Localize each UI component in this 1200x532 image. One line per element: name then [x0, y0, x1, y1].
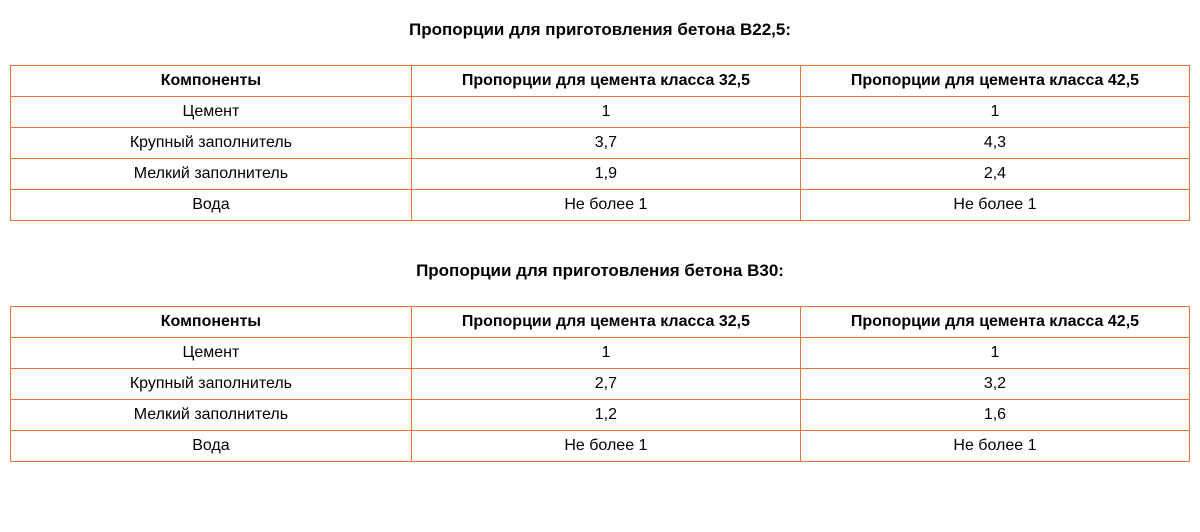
- cell-component: Вода: [11, 431, 412, 462]
- cell-value-425: 3,2: [800, 369, 1189, 400]
- cell-value-425: 1,6: [800, 400, 1189, 431]
- table-row: Цемент 1 1: [11, 338, 1190, 369]
- cell-value-325: Не более 1: [411, 431, 800, 462]
- cell-value-325: 1,9: [411, 159, 800, 190]
- cell-component: Крупный заполнитель: [11, 128, 412, 159]
- header-cement-425: Пропорции для цемента класса 42,5: [800, 66, 1189, 97]
- cell-value-425: Не более 1: [800, 190, 1189, 221]
- table-row: Вода Не более 1 Не более 1: [11, 190, 1190, 221]
- header-components: Компоненты: [11, 66, 412, 97]
- table-header-row: Компоненты Пропорции для цемента класса …: [11, 307, 1190, 338]
- table-row: Цемент 1 1: [11, 97, 1190, 128]
- proportions-table-b225: Компоненты Пропорции для цемента класса …: [10, 65, 1190, 221]
- table-title: Пропорции для приготовления бетона В30:: [10, 261, 1190, 281]
- header-components: Компоненты: [11, 307, 412, 338]
- cell-value-425: Не более 1: [800, 431, 1189, 462]
- table-header-row: Компоненты Пропорции для цемента класса …: [11, 66, 1190, 97]
- table-row: Крупный заполнитель 2,7 3,2: [11, 369, 1190, 400]
- table-section-b225: Пропорции для приготовления бетона В22,5…: [10, 20, 1190, 221]
- cell-component: Мелкий заполнитель: [11, 159, 412, 190]
- header-cement-325: Пропорции для цемента класса 32,5: [411, 66, 800, 97]
- table-row: Вода Не более 1 Не более 1: [11, 431, 1190, 462]
- cell-value-325: Не более 1: [411, 190, 800, 221]
- cell-value-325: 3,7: [411, 128, 800, 159]
- proportions-table-b30: Компоненты Пропорции для цемента класса …: [10, 306, 1190, 462]
- cell-component: Цемент: [11, 338, 412, 369]
- cell-value-425: 4,3: [800, 128, 1189, 159]
- cell-component: Мелкий заполнитель: [11, 400, 412, 431]
- cell-value-425: 2,4: [800, 159, 1189, 190]
- table-row: Мелкий заполнитель 1,9 2,4: [11, 159, 1190, 190]
- table-section-b30: Пропорции для приготовления бетона В30: …: [10, 261, 1190, 462]
- cell-value-325: 1: [411, 97, 800, 128]
- cell-component: Цемент: [11, 97, 412, 128]
- cell-value-325: 1: [411, 338, 800, 369]
- table-row: Мелкий заполнитель 1,2 1,6: [11, 400, 1190, 431]
- cell-component: Крупный заполнитель: [11, 369, 412, 400]
- header-cement-425: Пропорции для цемента класса 42,5: [800, 307, 1189, 338]
- header-cement-325: Пропорции для цемента класса 32,5: [411, 307, 800, 338]
- cell-value-425: 1: [800, 338, 1189, 369]
- cell-value-425: 1: [800, 97, 1189, 128]
- cell-component: Вода: [11, 190, 412, 221]
- table-title: Пропорции для приготовления бетона В22,5…: [10, 20, 1190, 40]
- cell-value-325: 1,2: [411, 400, 800, 431]
- table-row: Крупный заполнитель 3,7 4,3: [11, 128, 1190, 159]
- cell-value-325: 2,7: [411, 369, 800, 400]
